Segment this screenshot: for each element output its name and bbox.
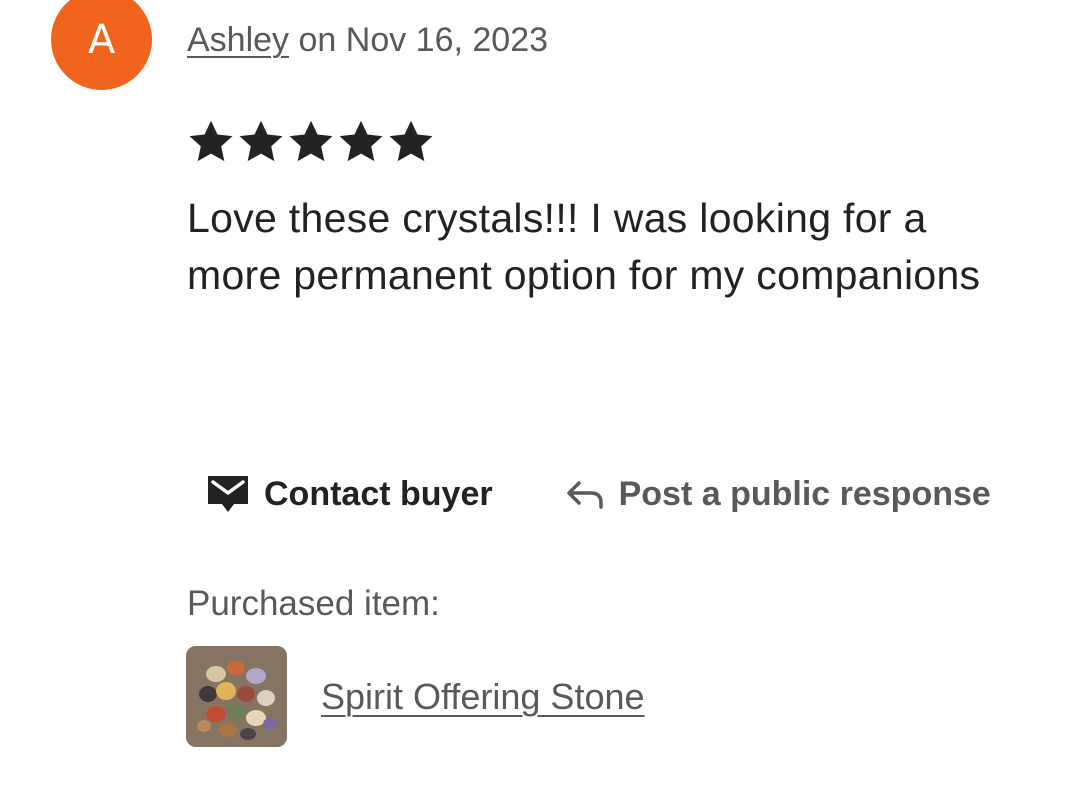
review-text: Love these crystals!!! I was looking for… bbox=[187, 195, 981, 298]
star-icon bbox=[289, 120, 333, 162]
contact-buyer-button[interactable]: Contact buyer bbox=[206, 474, 493, 514]
reviewer-name-link[interactable]: Ashley bbox=[187, 21, 289, 59]
purchased-item-link[interactable]: Spirit Offering Stone bbox=[321, 676, 645, 718]
message-envelope-icon bbox=[206, 474, 250, 514]
purchased-item-label: Purchased item: bbox=[187, 584, 440, 623]
review-card: A Ashley on Nov 16, 2023 Love these crys… bbox=[0, 0, 1080, 800]
reply-arrow-icon bbox=[565, 477, 605, 511]
star-icon bbox=[189, 120, 233, 162]
star-icon bbox=[239, 120, 283, 162]
post-public-response-button[interactable]: Post a public response bbox=[565, 475, 991, 514]
review-byline: Ashley on Nov 16, 2023 bbox=[187, 16, 548, 64]
purchased-item[interactable]: Spirit Offering Stone bbox=[186, 646, 645, 747]
review-actions: Contact buyer Post a public response bbox=[206, 468, 991, 520]
star-rating bbox=[186, 117, 436, 167]
star-icon bbox=[389, 120, 433, 162]
tumbled-stones-thumbnail[interactable] bbox=[186, 646, 287, 747]
contact-buyer-label: Contact buyer bbox=[264, 474, 493, 513]
star-icon bbox=[339, 120, 383, 162]
avatar-initial: A bbox=[87, 16, 116, 63]
post-public-response-label: Post a public response bbox=[618, 474, 991, 513]
reviewer-avatar[interactable]: A bbox=[51, 0, 152, 90]
review-date: on Nov 16, 2023 bbox=[289, 21, 549, 59]
